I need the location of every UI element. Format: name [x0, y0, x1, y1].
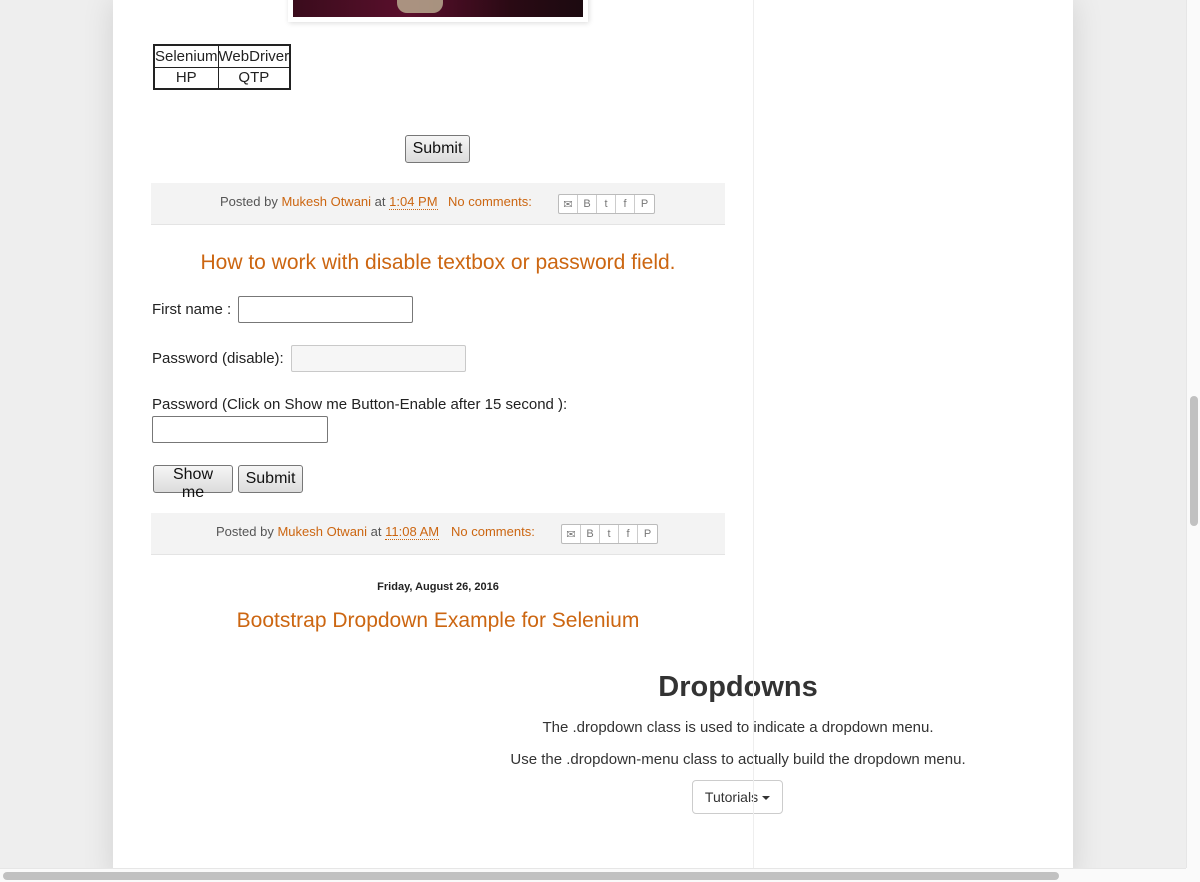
facebook-icon[interactable]: f	[619, 525, 638, 543]
comments-link[interactable]: No comments:	[451, 524, 535, 539]
table-cell: Selenium	[153, 44, 219, 68]
share-buttons: ✉ B t f P	[558, 194, 655, 214]
post-footer: Posted by Mukesh Otwani at 11:08 AM No c…	[151, 513, 725, 555]
author-link[interactable]: Mukesh Otwani	[277, 524, 367, 539]
horizontal-scroll-thumb[interactable]	[3, 872, 1059, 880]
twitter-icon[interactable]: t	[597, 195, 616, 213]
submit-button[interactable]: Submit	[405, 135, 470, 163]
twitter-icon[interactable]: t	[600, 525, 619, 543]
selenium-table: Selenium WebDriver HP QTP	[153, 44, 292, 90]
password-enable-label: Password (Click on Show me Button-Enable…	[152, 396, 568, 413]
submit-button[interactable]: Submit	[238, 465, 303, 493]
password-disabled-input	[291, 345, 466, 372]
table-cell: QTP	[217, 66, 291, 90]
vertical-scrollbar[interactable]	[1186, 0, 1200, 868]
sidebar-divider	[753, 0, 754, 868]
post-time-link[interactable]: 1:04 PM	[389, 194, 438, 210]
post-title[interactable]: Bootstrap Dropdown Example for Selenium	[151, 609, 725, 633]
post-meta: Posted by Mukesh Otwani at 1:04 PM	[220, 194, 438, 210]
blogger-icon[interactable]: B	[578, 195, 597, 213]
pinterest-icon[interactable]: P	[635, 195, 654, 213]
vertical-scroll-thumb[interactable]	[1190, 396, 1198, 526]
password-input[interactable]	[152, 416, 328, 443]
email-icon[interactable]: ✉	[562, 525, 581, 543]
facebook-icon[interactable]: f	[616, 195, 635, 213]
dropdown-description: The .dropdown class is used to indicate …	[542, 719, 934, 736]
horizontal-scrollbar[interactable]	[0, 868, 1186, 882]
first-name-input[interactable]	[238, 296, 413, 323]
post-title[interactable]: How to work with disable textbox or pass…	[151, 251, 725, 275]
post-time-link[interactable]: 11:08 AM	[385, 524, 440, 540]
scrollbar-corner	[1186, 868, 1200, 882]
table-row: HP QTP	[153, 66, 291, 90]
password-disabled-label: Password (disable):	[152, 350, 284, 367]
caret-down-icon	[762, 796, 771, 800]
share-buttons: ✉ B t f P	[561, 524, 658, 544]
table-row: Selenium WebDriver	[153, 44, 291, 68]
date-header: Friday, August 26, 2016	[377, 581, 499, 593]
show-me-button[interactable]: Show me	[153, 465, 233, 501]
post-footer: Posted by Mukesh Otwani at 1:04 PM No co…	[151, 183, 725, 225]
pinterest-icon[interactable]: P	[638, 525, 657, 543]
table-cell: HP	[153, 66, 219, 90]
table-cell: WebDriver	[217, 44, 291, 68]
comments-link[interactable]: No comments:	[448, 194, 532, 209]
dropdowns-heading: Dropdowns	[658, 671, 818, 703]
blog-page: Selenium WebDriver HP QTP Submit Posted …	[113, 0, 1073, 882]
first-name-label: First name :	[152, 301, 232, 318]
dropdown-label: Tutorials	[704, 789, 759, 805]
tutorials-dropdown-button[interactable]: Tutorials	[692, 780, 783, 814]
dropdown-menu-description: Use the .dropdown-menu class to actually…	[510, 751, 966, 768]
blogger-icon[interactable]: B	[581, 525, 600, 543]
post-meta: Posted by Mukesh Otwani at 11:08 AM	[216, 524, 440, 540]
post-image	[288, 0, 588, 22]
author-link[interactable]: Mukesh Otwani	[281, 194, 371, 209]
email-icon[interactable]: ✉	[559, 195, 578, 213]
